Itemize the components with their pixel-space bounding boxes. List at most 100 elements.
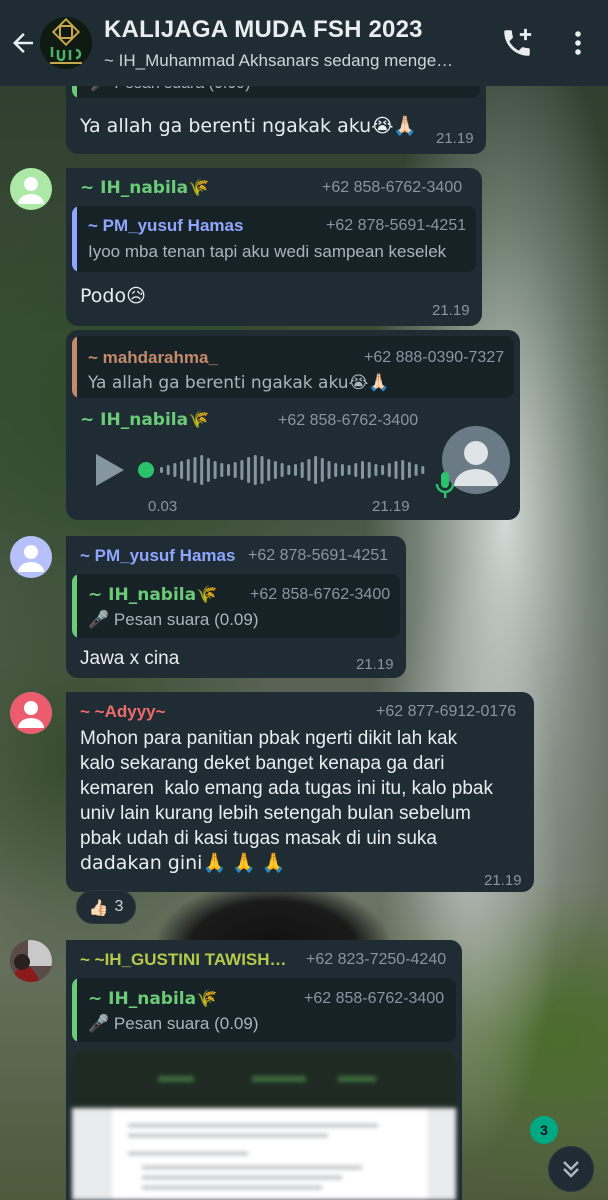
sender-phone: +62 877-6912-0176	[376, 703, 517, 720]
waveform-bar	[327, 461, 331, 479]
sender-name[interactable]: ~ PM_yusuf Hamas	[80, 546, 235, 566]
sender-avatar[interactable]	[10, 536, 52, 578]
group-logo-icon	[40, 17, 92, 69]
quote-sender-name: ~ IH_nabila🌾	[88, 585, 218, 605]
quoted-voice-note[interactable]: ~ IH_nabila🌾 +62 858-6762-3400 🎤 Pesan s…	[72, 574, 400, 638]
waveform-bar	[227, 464, 230, 476]
waveform-bar	[260, 456, 264, 484]
message-time: 21.19	[436, 130, 474, 147]
message-text: Podo😥	[80, 285, 146, 307]
quote-text: Pesan suara (0.09)	[113, 1014, 259, 1033]
more-vertical-icon[interactable]	[566, 28, 590, 58]
quote-sender-phone: +62 858-6762-3400	[250, 586, 391, 603]
waveform-bar	[294, 464, 297, 476]
message-bubble[interactable]: ~ PM_yusuf Hamas +62 878-5691-4251 ~ IH_…	[66, 536, 406, 678]
waveform-bar	[206, 458, 210, 482]
waveform-bar	[407, 462, 411, 478]
sender-name[interactable]: ~ IH_nabila🌾	[80, 410, 209, 430]
sender-phone: +62 823-7250-4240	[306, 951, 447, 968]
mic-icon	[435, 472, 455, 498]
typing-status: ~ IH_Muhammad Akhsanars sedang menge…	[104, 51, 454, 70]
sender-phone: +62 858-6762-3400	[322, 179, 463, 196]
add-call-icon[interactable]	[500, 26, 534, 60]
message-bubble[interactable]: ~ ~Adyyy~ +62 877-6912-0176 Mohon para p…	[66, 692, 534, 892]
message-text: Jawa x cina	[80, 648, 180, 669]
message-line: kemaren kalo emang ada tugas ini itu, ka…	[80, 778, 493, 799]
default-avatar-icon	[10, 168, 52, 210]
quoted-voice-note[interactable]: ~ IH_nabila🌾 +62 858-6762-3400 🎤 Pesan s…	[72, 978, 456, 1042]
quote-sender-name: ~ IH_nabila🌾	[88, 989, 218, 1009]
message-line: univ lain kurang lebih setengah bulan se…	[80, 803, 471, 824]
sender-avatar[interactable]	[10, 940, 52, 982]
sender-name[interactable]: ~ ~Adyyy~	[80, 702, 166, 722]
default-avatar-icon	[10, 692, 52, 734]
reaction-count: 3	[114, 898, 124, 915]
quote-sender-name: ~ PM_yusuf Hamas	[88, 216, 244, 235]
waveform-bar	[374, 464, 378, 476]
waveform-bar	[186, 459, 190, 481]
waveform-bar	[273, 461, 277, 479]
voice-elapsed: 0.03	[148, 498, 178, 515]
play-icon[interactable]	[92, 452, 126, 488]
chat-header: KALIJAGA MUDA FSH 2023 ~ IH_Muhammad Akh…	[0, 0, 608, 86]
profile-photo	[10, 940, 52, 982]
group-title: KALIJAGA MUDA FSH 2023	[104, 16, 423, 43]
sender-avatar[interactable]	[10, 692, 52, 734]
scroll-to-bottom-button[interactable]	[548, 1146, 594, 1192]
waveform-bar	[300, 462, 304, 478]
voice-waveform[interactable]	[138, 450, 438, 490]
sender-name[interactable]: ~ IH_nabila🌾	[80, 178, 209, 198]
waveform-bar	[387, 463, 391, 477]
quote-sender-phone: +62 878-5691-4251	[326, 217, 467, 234]
thumbs-up-icon: 👍🏻	[88, 897, 109, 917]
waveform-bar	[233, 462, 237, 478]
waveform-bar	[361, 461, 364, 479]
waveform-bar	[287, 465, 291, 475]
mic-icon: 🎤	[88, 610, 110, 629]
waveform-bar	[307, 459, 311, 481]
quote-sender-phone: +62 888-0390-7327	[364, 349, 505, 366]
quoted-message[interactable]: ~ PM_yusuf Hamas +62 878-5691-4251 Iyoo …	[72, 206, 476, 272]
waveform-bar	[166, 465, 170, 475]
quote-text: Pesan suara (0.09)	[113, 610, 259, 629]
sender-phone: +62 858-6762-3400	[278, 412, 419, 429]
waveform-bar	[367, 462, 371, 478]
reaction-chip[interactable]: 👍🏻 3	[76, 890, 136, 924]
double-chevron-down-icon	[563, 1161, 579, 1178]
group-avatar[interactable]	[40, 17, 92, 69]
message-line: Mohon para panitian pbak ngerti dikit la…	[80, 728, 458, 749]
waveform-bar	[381, 465, 385, 475]
message-time: 21.19	[372, 498, 410, 515]
waveform-bar	[213, 461, 217, 479]
message-time: 21.19	[432, 302, 470, 319]
chat-title-area[interactable]: KALIJAGA MUDA FSH 2023 ~ IH_Muhammad Akh…	[104, 16, 484, 71]
waveform-bar	[314, 456, 318, 484]
quoted-message[interactable]: ~ mahdarahma_ +62 888-0390-7327 Ya allah…	[72, 336, 514, 398]
message-time: 21.19	[356, 656, 394, 673]
waveform-bar	[347, 465, 351, 475]
waveform-bar	[267, 459, 271, 481]
quote-sender-name: ~ mahdarahma_	[88, 348, 218, 367]
waveform-bar	[180, 461, 184, 479]
waveform-bar	[340, 464, 344, 476]
waveform-bar	[334, 463, 338, 477]
arrow-left-icon[interactable]	[8, 28, 38, 58]
blurred-image-attachment[interactable]	[72, 1050, 456, 1200]
message-time: 21.19	[484, 872, 522, 889]
voice-progress-knob[interactable]	[138, 462, 154, 478]
mic-icon: 🎤	[88, 1014, 110, 1033]
sender-phone: +62 878-5691-4251	[248, 547, 389, 564]
sender-name[interactable]: ~ ~IH_GUSTINI TAWISH…	[80, 950, 287, 970]
message-bubble[interactable]: ~ IH_nabila🌾 +62 858-6762-3400 ~ PM_yusu…	[66, 168, 482, 326]
voice-message-bubble[interactable]: ~ mahdarahma_ +62 888-0390-7327 Ya allah…	[66, 330, 520, 520]
waveform-bar	[193, 457, 197, 483]
waveform-bar	[394, 461, 398, 479]
waveform-bar	[320, 458, 324, 482]
message-line: dadakan gini🙏 🙏 🙏	[80, 852, 286, 874]
waveform-bar	[280, 463, 284, 477]
waveform-bar	[253, 455, 257, 485]
message-text: Ya allah ga berenti ngakak aku😭🙏🏻	[80, 115, 418, 137]
waveform-bar	[421, 466, 425, 474]
unread-count-badge: 3	[530, 1116, 558, 1144]
sender-avatar[interactable]	[10, 168, 52, 210]
